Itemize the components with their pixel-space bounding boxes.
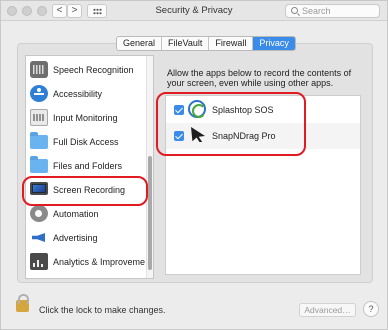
- privacy-category-list[interactable]: Speech Recognition Accessibility Input M…: [25, 55, 154, 279]
- accessibility-icon: [30, 85, 48, 102]
- sidebar-item-input-monitoring[interactable]: Input Monitoring: [26, 106, 146, 130]
- sidebar-item-advertising[interactable]: Advertising: [26, 226, 146, 250]
- sidebar-item-label: Input Monitoring: [53, 113, 118, 123]
- security-privacy-window: < > Security & Privacy Search General Fi…: [0, 0, 388, 330]
- help-button[interactable]: ?: [363, 301, 379, 317]
- sidebar-item-speech-recognition[interactable]: Speech Recognition: [26, 58, 146, 82]
- annotation-apps-highlight: [156, 92, 306, 156]
- folder-icon: [30, 132, 48, 149]
- gear-icon: [30, 205, 48, 222]
- sidebar-item-label: Full Disk Access: [53, 137, 119, 147]
- sidebar-item-label: Files and Folders: [53, 161, 123, 171]
- tab-firewall[interactable]: Firewall: [209, 37, 254, 50]
- tab-general[interactable]: General: [117, 37, 163, 50]
- folder-icon: [30, 156, 48, 173]
- sidebar-item-accessibility[interactable]: Accessibility: [26, 82, 146, 106]
- search-input[interactable]: Search: [285, 4, 380, 18]
- sidebar-item-label: Accessibility: [53, 89, 103, 99]
- search-placeholder: Search: [302, 6, 331, 16]
- sidebar-item-label: Speech Recognition: [53, 65, 134, 75]
- tab-filevault[interactable]: FileVault: [162, 37, 210, 50]
- lock-icon[interactable]: [16, 294, 29, 312]
- sidebar-item-label: Analytics & Improveme…: [53, 257, 154, 267]
- keyboard-icon: [30, 109, 48, 126]
- speech-recognition-icon: [30, 61, 48, 78]
- sidebar-item-full-disk-access[interactable]: Full Disk Access: [26, 130, 146, 154]
- screen-recording-description: Allow the apps below to record the conte…: [167, 68, 352, 88]
- title-bar: < > Security & Privacy Search: [1, 1, 387, 21]
- tab-bar: General FileVault Firewall Privacy: [116, 36, 296, 51]
- advanced-button[interactable]: Advanced…: [299, 303, 356, 317]
- sidebar-item-label: Advertising: [53, 233, 98, 243]
- sidebar-scroll-thumb[interactable]: [148, 156, 152, 270]
- analytics-icon: [30, 253, 48, 270]
- sidebar-item-label: Automation: [53, 209, 99, 219]
- sidebar-item-analytics[interactable]: Analytics & Improveme…: [26, 250, 153, 274]
- sidebar-item-files-and-folders[interactable]: Files and Folders: [26, 154, 146, 178]
- annotation-screen-recording-highlight: [22, 176, 148, 206]
- lock-hint-text: Click the lock to make changes.: [39, 305, 166, 315]
- megaphone-icon: [30, 229, 48, 246]
- tab-privacy[interactable]: Privacy: [253, 37, 295, 50]
- search-icon: [291, 7, 298, 14]
